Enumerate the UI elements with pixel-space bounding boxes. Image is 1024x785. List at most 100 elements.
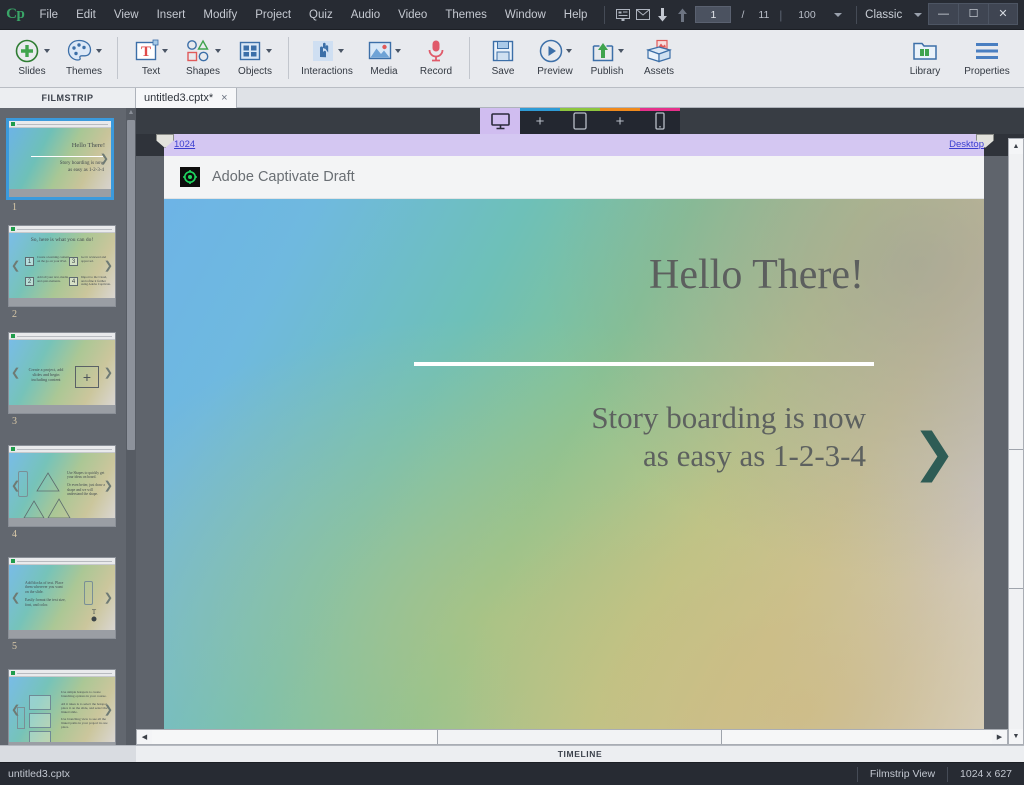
zoom-dropdown-icon[interactable] (829, 0, 849, 30)
thumb3-lines: Create a project, add slides and begin i… (25, 368, 67, 382)
desktop-breakpoint-button[interactable] (480, 108, 520, 134)
objects-tool[interactable]: Objects (229, 33, 281, 87)
close-icon[interactable]: × (221, 92, 227, 104)
thumb-app-icon (11, 447, 15, 451)
media-label: Media (370, 66, 397, 77)
menu-audio[interactable]: Audio (342, 0, 389, 30)
slide-title-text[interactable]: Hello There! (649, 251, 864, 299)
filmstrip-thumbnail-3[interactable]: Create a project, add slides and begin i… (8, 332, 116, 414)
chevron-right-icon: ❯ (104, 593, 113, 604)
add-breakpoint-button-2[interactable]: + (600, 108, 640, 134)
filmstrip-thumbnail-1[interactable]: Hello There! Story boarding is now as ea… (6, 118, 114, 200)
tablet-breakpoint-button[interactable] (560, 108, 600, 134)
minimize-button[interactable]: — (928, 3, 958, 25)
close-button[interactable]: ✕ (988, 3, 1018, 25)
chevron-right-icon: ❯ (104, 368, 113, 379)
assets-tool[interactable]: Assets (633, 33, 685, 87)
preview-tool[interactable]: Preview (529, 33, 581, 87)
ruler-device-label[interactable]: Desktop (949, 139, 984, 150)
scroll-down-icon[interactable]: ▼ (1009, 729, 1023, 744)
filmstrip-panel[interactable]: Hello There! Story boarding is now as ea… (0, 108, 136, 761)
slide-subtitle-line1: Story boarding is now (591, 400, 866, 435)
menu-file[interactable]: File (31, 0, 68, 30)
shapes-tool[interactable]: Shapes (177, 33, 229, 87)
menu-modify[interactable]: Modify (194, 0, 246, 30)
next-slide-chevron-icon[interactable]: ❯ (912, 427, 956, 479)
menu-insert[interactable]: Insert (148, 0, 195, 30)
slides-tool[interactable]: Slides (6, 33, 58, 87)
interactions-tool[interactable]: Interactions (296, 33, 358, 87)
breakpoint-ruler: 1024 Desktop (136, 134, 1024, 156)
text-tool[interactable]: T Text (125, 33, 177, 87)
slide-number-input[interactable]: 1 (695, 6, 731, 23)
properties-tool[interactable]: Properties (956, 33, 1018, 87)
menu-themes[interactable]: Themes (436, 0, 496, 30)
mail-icon[interactable] (633, 0, 653, 30)
themes-tool[interactable]: Themes (58, 33, 110, 87)
thumb2-text-2: Add all your text, media, and quiz eleme… (37, 276, 69, 283)
filmstrip-thumbnail-6[interactable]: Use simple hotspots to create branching … (8, 669, 116, 751)
menu-edit[interactable]: Edit (67, 0, 105, 30)
filmstrip-panel-tab[interactable]: FILMSTRIP (0, 88, 136, 108)
maximize-button[interactable]: ☐ (958, 3, 988, 25)
h-scroll-thumb[interactable] (437, 730, 722, 744)
chevron-left-icon: ❮ (11, 368, 20, 379)
scroll-left-icon[interactable]: ◀ (137, 730, 152, 744)
menu-window[interactable]: Window (496, 0, 555, 30)
save-tool[interactable]: Save (477, 33, 529, 87)
filmstrip-thumbnail-2[interactable]: So, here is what you can do! 1 Create a … (8, 225, 116, 307)
scroll-up-icon[interactable]: ▲ (126, 108, 136, 118)
h-scroll-track[interactable] (152, 730, 992, 744)
shapes-icon (186, 33, 221, 65)
workspace-name[interactable]: Classic (865, 9, 908, 21)
interactions-label: Interactions (301, 66, 353, 77)
arrow-down-icon[interactable] (653, 0, 673, 30)
timeline-panel-header[interactable]: TIMELINE (136, 745, 1024, 762)
chevron-right-icon: ❯ (104, 481, 113, 492)
menu-video[interactable]: Video (389, 0, 436, 30)
filmstrip-scroll-thumb[interactable] (127, 120, 135, 450)
workspace-dropdown-icon[interactable] (908, 0, 928, 30)
chevron-right-icon: ❯ (104, 261, 113, 272)
filmstrip-scrollbar[interactable]: ▲ ▼ (126, 108, 136, 761)
presentation-icon[interactable] (613, 0, 633, 30)
record-tool[interactable]: Record (410, 33, 462, 87)
assets-box-icon (646, 33, 672, 65)
thumb2-num-3: 3 (69, 257, 78, 266)
slide-canvas[interactable]: Adobe Captivate Draft Hello There! Story… (164, 156, 984, 739)
ruler-width-label[interactable]: 1024 (174, 139, 195, 150)
library-tool[interactable]: Library (894, 33, 956, 87)
publish-upload-icon (591, 33, 624, 65)
scroll-right-icon[interactable]: ▶ (992, 730, 1007, 744)
stage-area: + + 1024 Desktop (136, 108, 1024, 741)
ruler-track (164, 134, 984, 156)
publish-label: Publish (591, 66, 624, 77)
filmstrip-number-4: 4 (12, 529, 17, 540)
thumb-app-icon (11, 334, 15, 338)
menu-view[interactable]: View (105, 0, 148, 30)
stage-vertical-scrollbar[interactable]: ▲ ▼ (1008, 138, 1024, 745)
scroll-up-icon[interactable]: ▲ (1009, 139, 1023, 154)
media-tool[interactable]: Media (358, 33, 410, 87)
captivate-window: Cp File Edit View Insert Modify Project … (0, 0, 1024, 785)
document-tab[interactable]: untitled3.cptx* × (136, 88, 237, 108)
thumb2-text-1: Create a learning content on the go on y… (37, 256, 69, 263)
thumb4-triangle2-icon (23, 499, 45, 519)
v-scroll-thumb[interactable] (1009, 449, 1023, 589)
add-breakpoint-button-1[interactable]: + (520, 108, 560, 134)
slide-subtitle-text[interactable]: Story boarding is now as easy as 1-2-3-4 (591, 399, 866, 475)
phone-breakpoint-button[interactable] (640, 108, 680, 134)
menu-help[interactable]: Help (555, 0, 597, 30)
menu-project[interactable]: Project (246, 0, 300, 30)
zoom-level-value[interactable]: 100 (785, 9, 828, 21)
publish-tool[interactable]: Publish (581, 33, 633, 87)
filmstrip-thumbnail-5[interactable]: Add blocks of text. Place them wherever … (8, 557, 116, 639)
ribbon-divider-2 (288, 37, 289, 79)
status-dimensions: 1024 x 627 (947, 767, 1024, 782)
status-view-mode[interactable]: Filmstrip View (857, 767, 947, 782)
filmstrip-thumbnail-4[interactable]: Use Shapes to quickly get your ideas on … (8, 445, 116, 527)
menu-quiz[interactable]: Quiz (300, 0, 342, 30)
stage-horizontal-scrollbar[interactable]: ◀ ▶ (136, 729, 1008, 745)
arrow-up-icon[interactable] (673, 0, 693, 30)
slide-header: Adobe Captivate Draft (164, 156, 984, 199)
